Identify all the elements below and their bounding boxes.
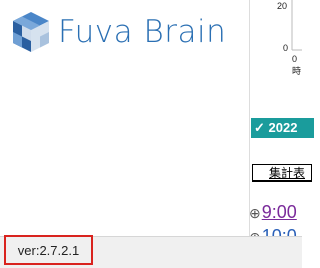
- schedule-time[interactable]: 9:00: [262, 202, 297, 222]
- chart-fragment: 20 0 0時: [262, 0, 302, 76]
- app-logo: [9, 10, 53, 56]
- cube-logo-icon: [13, 12, 49, 52]
- tab-summary-table[interactable]: 集計表: [252, 164, 312, 182]
- schedule-item-link[interactable]: ⊕9:00: [249, 202, 297, 223]
- app-title: Fuva Brain: [58, 14, 227, 50]
- panel-divider: [249, 0, 250, 236]
- date-banner[interactable]: ✓ 2022: [251, 118, 314, 138]
- version-label: ver:2.7.2.1: [4, 235, 93, 265]
- chart-tick-bottom: 0: [283, 43, 289, 53]
- chart-tick-top: 20: [277, 1, 288, 11]
- chart-x-tick: 0時: [292, 54, 302, 76]
- plus-circle-icon[interactable]: ⊕: [249, 205, 261, 222]
